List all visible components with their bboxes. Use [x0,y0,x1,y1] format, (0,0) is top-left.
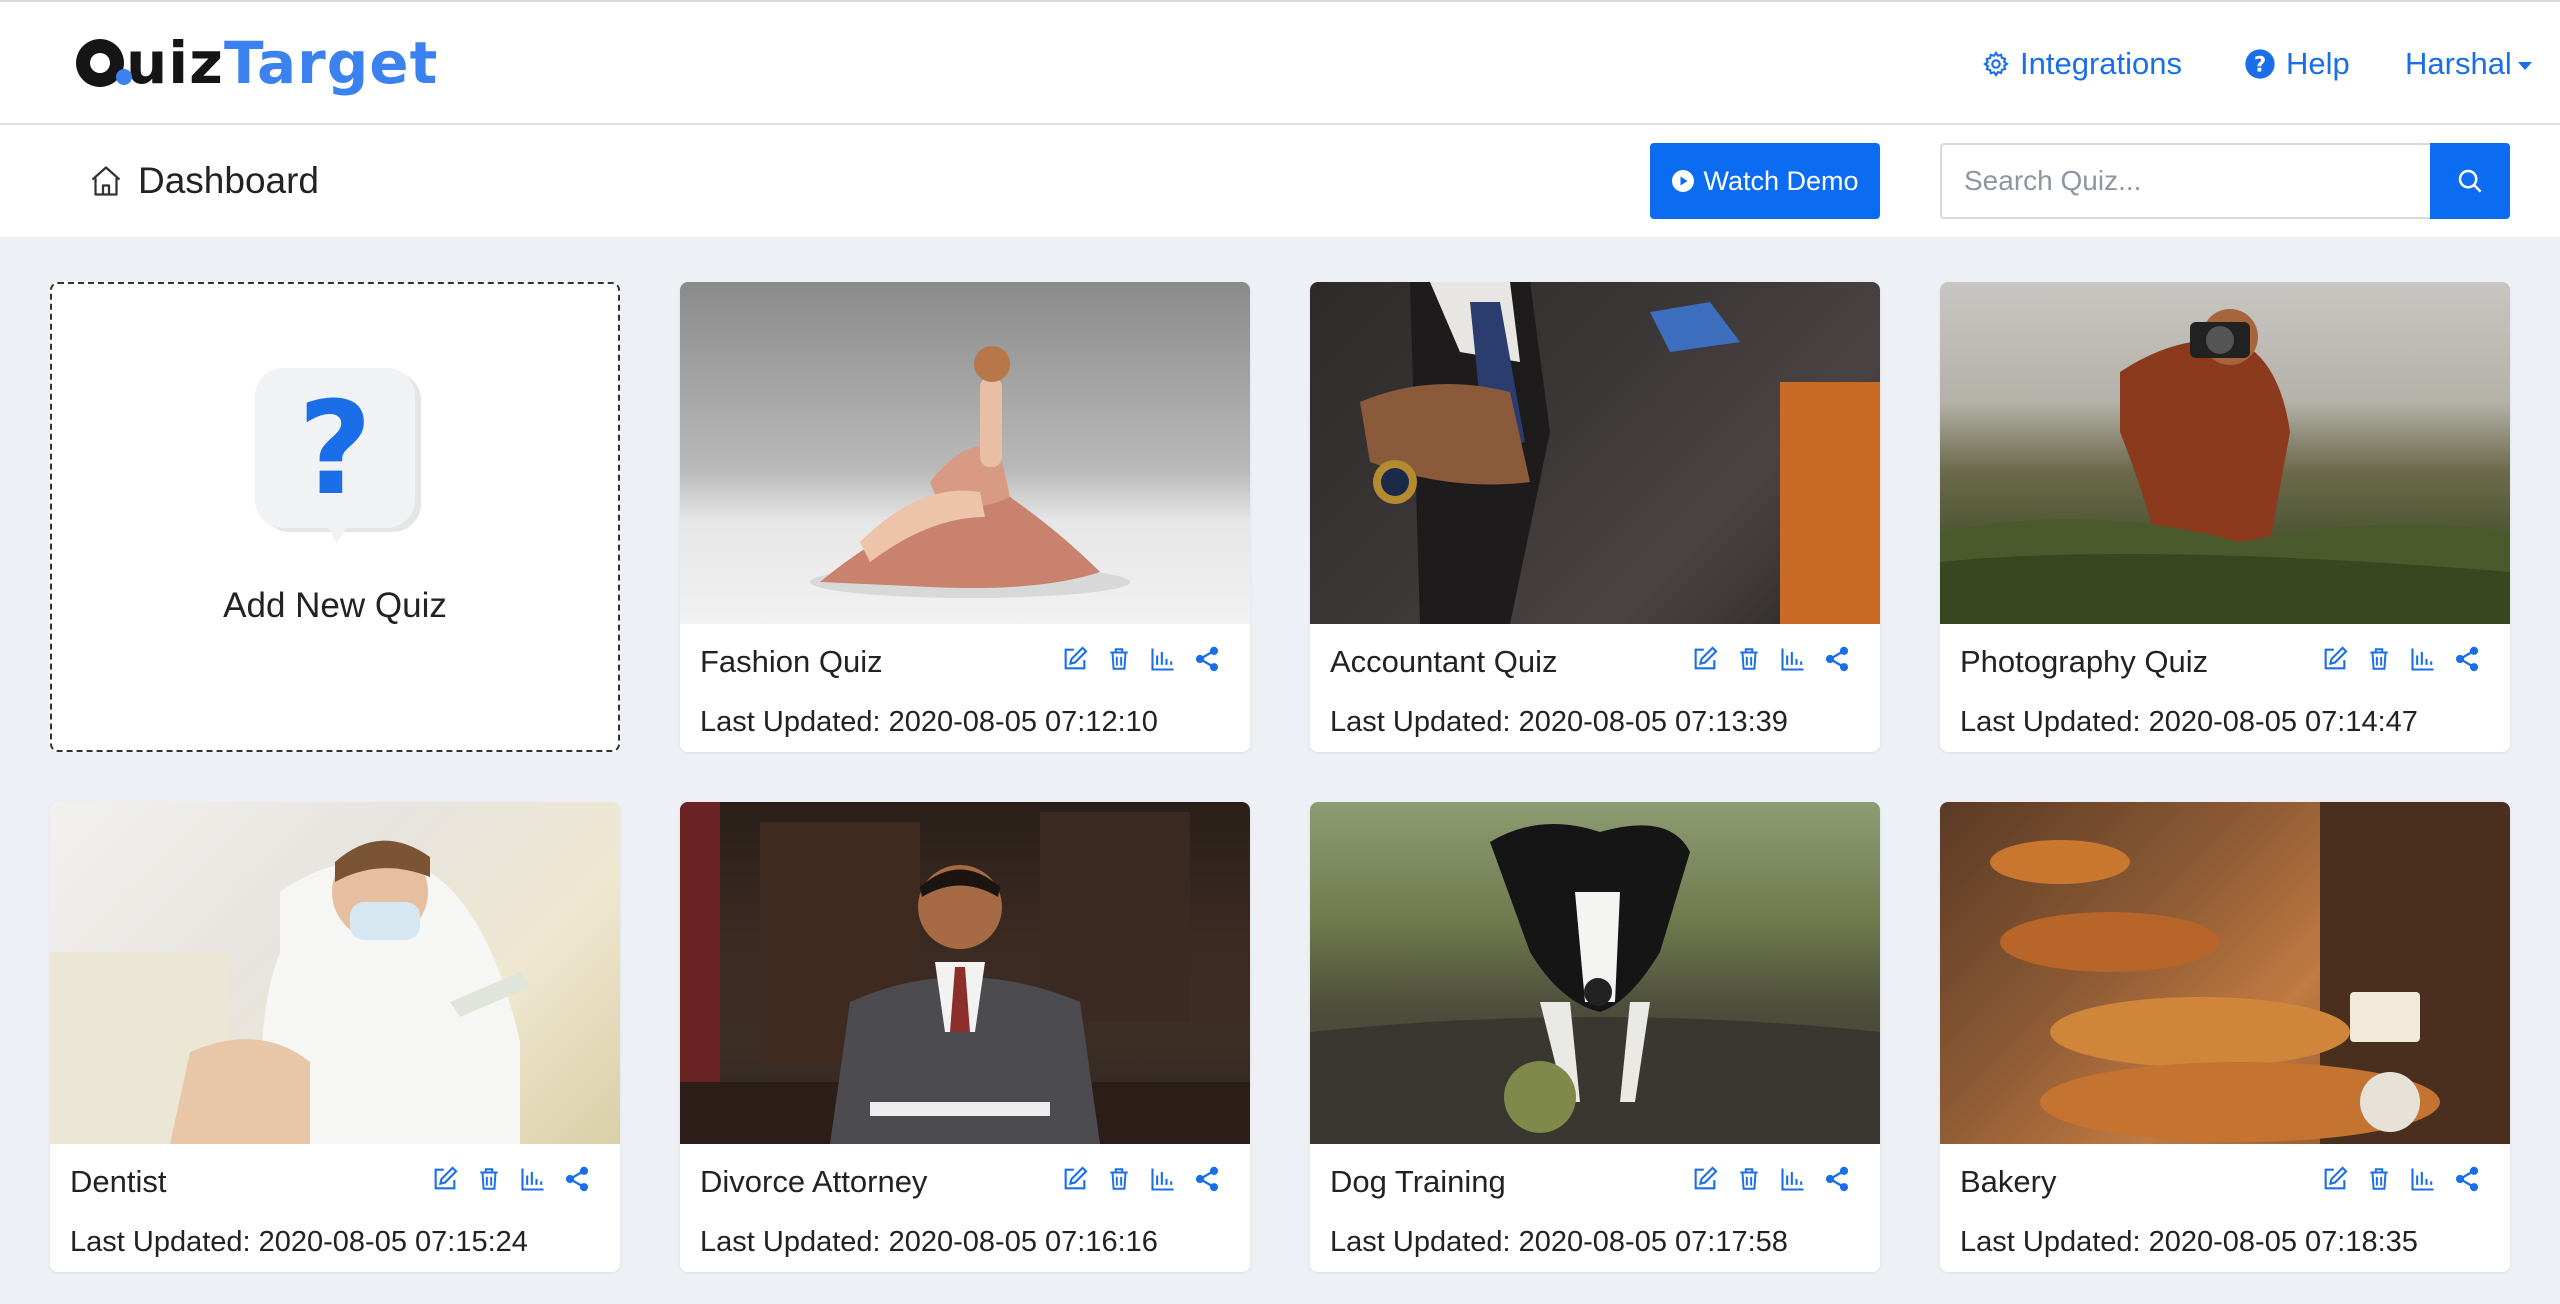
quiz-card[interactable]: Divorce Attorney Last Updated: 2020-08-0… [680,802,1250,1272]
logo-q-mark [76,39,132,87]
bar-chart-icon[interactable] [1148,1164,1178,1194]
quiz-cover-image[interactable] [50,802,620,1144]
search-input[interactable] [1940,143,2430,219]
trash-icon[interactable] [2364,1164,2394,1194]
quiz-cover-image[interactable] [1310,802,1880,1144]
nav-help-label: Help [2286,46,2350,81]
svg-text:?: ? [2254,52,2266,77]
chevron-down-icon [2517,62,2532,70]
quiz-title[interactable]: Dog Training [1330,1164,1506,1200]
edit-icon[interactable] [430,1164,460,1194]
quiz-last-updated: Last Updated: 2020-08-05 07:13:39 [1330,706,1788,738]
watch-demo-label: Watch Demo [1703,165,1859,196]
add-new-quiz-card[interactable]: ? Add New Quiz [50,282,620,752]
quiz-card[interactable]: Dog Training Last Updated: 2020-08-05 07… [1310,802,1880,1272]
quiz-actions [1690,1164,1852,1194]
quiz-card[interactable]: Photography Quiz Last Updated: 2020-08-0… [1940,282,2510,752]
quiz-cover-image[interactable] [1310,282,1880,624]
edit-icon[interactable] [2320,644,2350,674]
edit-icon[interactable] [1690,1164,1720,1194]
nav-integrations-label: Integrations [2020,46,2182,81]
add-new-quiz-label: Add New Quiz [223,586,447,625]
quiz-title[interactable]: Bakery [1960,1164,2056,1200]
quiz-last-updated: Last Updated: 2020-08-05 07:14:47 [1960,706,2418,738]
home-icon [91,166,121,196]
user-name: Harshal [2405,46,2512,81]
trash-icon[interactable] [1734,1164,1764,1194]
bar-chart-icon[interactable] [1778,1164,1808,1194]
quiz-actions [1060,1164,1222,1194]
nav-help-link[interactable]: ? Help [2244,38,2350,90]
user-menu-dropdown[interactable]: Harshal [2405,38,2532,90]
bar-chart-icon[interactable] [2408,644,2438,674]
quiztarget-logo[interactable]: uiz Target [76,28,438,98]
help-circle-icon: ? [2245,49,2275,79]
quiz-grid: ? Add New Quiz Fashion Quiz Last Updated… [50,282,2510,1272]
bar-chart-icon[interactable] [518,1164,548,1194]
page-title: Dashboard [138,160,320,201]
watch-demo-button[interactable]: Watch Demo [1650,143,1880,219]
gear-icon [1983,51,2009,78]
trash-icon[interactable] [1734,644,1764,674]
share-icon[interactable] [1192,644,1222,674]
quiz-cover-image[interactable] [1940,282,2510,624]
quiz-cover-image[interactable] [1940,802,2510,1144]
logo-text-blue: Target [223,29,439,97]
breadcrumb: Dashboard [88,153,319,209]
question-bubble-icon: ? [255,368,415,558]
share-icon[interactable] [2452,644,2482,674]
quiz-actions [2320,644,2482,674]
quiz-cover-image[interactable] [680,802,1250,1144]
quiz-card[interactable]: Fashion Quiz Last Updated: 2020-08-05 07… [680,282,1250,752]
share-icon[interactable] [562,1164,592,1194]
trash-icon[interactable] [1104,1164,1134,1194]
quiz-card[interactable]: Bakery Last Updated: 2020-08-05 07:18:35 [1940,802,2510,1272]
trash-icon[interactable] [474,1164,504,1194]
quiz-title[interactable]: Divorce Attorney [700,1164,927,1200]
share-icon[interactable] [1192,1164,1222,1194]
dashboard-toolbar: Dashboard Watch Demo [0,125,2560,237]
edit-icon[interactable] [1060,644,1090,674]
quiz-actions [430,1164,592,1194]
top-navbar: uiz Target Integrations ? Help Harshal [0,0,2560,125]
quiz-last-updated: Last Updated: 2020-08-05 07:12:10 [700,706,1158,738]
quiz-card[interactable]: Dentist Last Updated: 2020-08-05 07:15:2… [50,802,620,1272]
quiz-actions [1060,644,1222,674]
quiz-cover-image[interactable] [680,282,1250,624]
search-button[interactable] [2430,143,2510,219]
logo-text-dark: uiz [126,29,224,97]
quiz-title[interactable]: Photography Quiz [1960,644,2208,680]
play-circle-icon [1672,170,1695,192]
search-bar [1940,143,2510,219]
quiz-actions [2320,1164,2482,1194]
trash-icon[interactable] [2364,644,2394,674]
quiz-title[interactable]: Accountant Quiz [1330,644,1557,680]
quiz-last-updated: Last Updated: 2020-08-05 07:16:16 [700,1226,1158,1258]
edit-icon[interactable] [1690,644,1720,674]
nav-integrations-link[interactable]: Integrations [1982,38,2182,90]
quiz-last-updated: Last Updated: 2020-08-05 07:18:35 [1960,1226,2418,1258]
share-icon[interactable] [2452,1164,2482,1194]
quiz-last-updated: Last Updated: 2020-08-05 07:17:58 [1330,1226,1788,1258]
quiz-card[interactable]: Accountant Quiz Last Updated: 2020-08-05… [1310,282,1880,752]
quiz-last-updated: Last Updated: 2020-08-05 07:15:24 [70,1226,528,1258]
edit-icon[interactable] [1060,1164,1090,1194]
edit-icon[interactable] [2320,1164,2350,1194]
quiz-title[interactable]: Dentist [70,1164,166,1200]
share-icon[interactable] [1822,644,1852,674]
bar-chart-icon[interactable] [1148,644,1178,674]
trash-icon[interactable] [1104,644,1134,674]
quiz-actions [1690,644,1852,674]
bar-chart-icon[interactable] [1778,644,1808,674]
quiz-title[interactable]: Fashion Quiz [700,644,883,680]
bar-chart-icon[interactable] [2408,1164,2438,1194]
search-icon [2458,169,2482,193]
share-icon[interactable] [1822,1164,1852,1194]
